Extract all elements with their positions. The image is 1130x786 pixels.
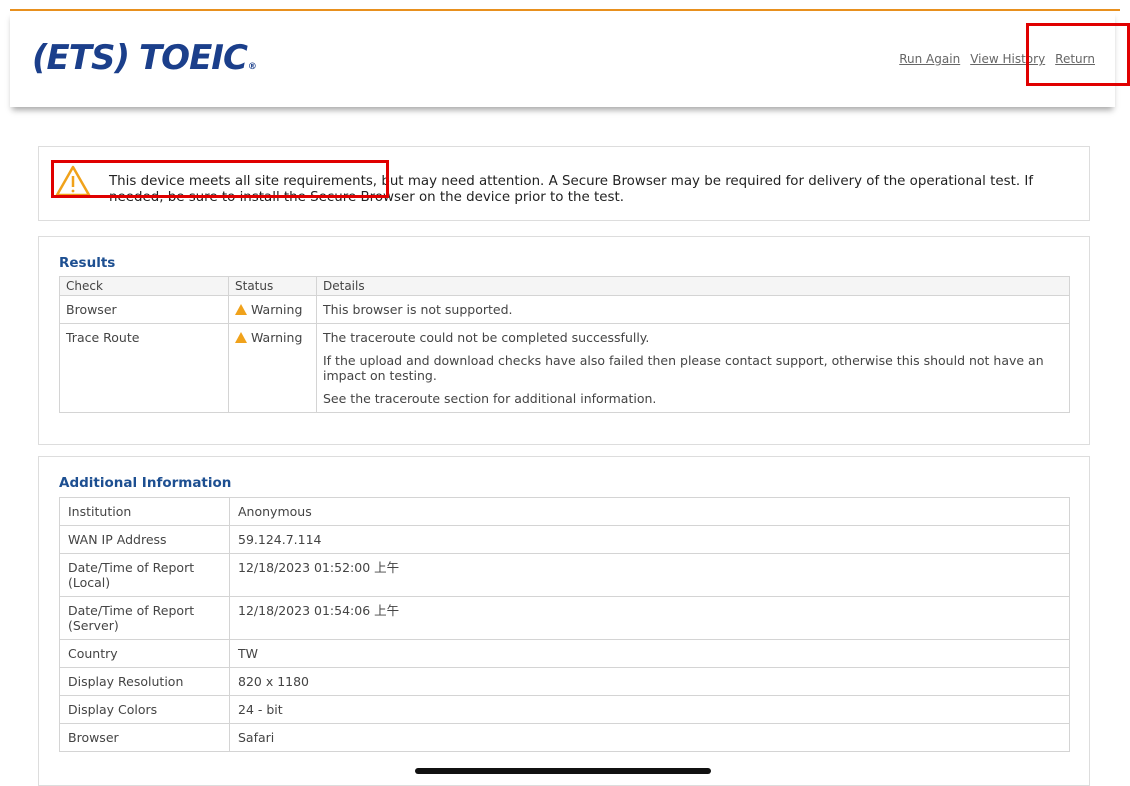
info-value: 12/18/2023 01:54:06 上午 xyxy=(229,596,1070,640)
table-row: Date/Time of Report (Local) 12/18/2023 01… xyxy=(59,553,1070,597)
info-label: WAN IP Address xyxy=(59,525,230,554)
additional-info-panel: Additional Information Institution Anonym… xyxy=(38,456,1090,786)
info-value: 820 x 1180 xyxy=(229,667,1070,696)
requirements-alert: This device meets all site requirements,… xyxy=(38,146,1090,221)
table-row: Display Resolution 820 x 1180 xyxy=(59,667,1070,696)
info-label: Country xyxy=(59,639,230,668)
table-row: Trace Route Warning The traceroute could… xyxy=(59,323,1070,413)
table-row: Browser Safari xyxy=(59,723,1070,752)
info-value: 12/18/2023 01:52:00 上午 xyxy=(229,553,1070,597)
column-header-status: Status xyxy=(228,276,317,296)
info-label: Display Colors xyxy=(59,695,230,724)
alert-message: This device meets all site requirements,… xyxy=(109,174,1034,205)
return-link[interactable]: Return xyxy=(1055,52,1095,66)
info-label: Display Resolution xyxy=(59,667,230,696)
detail-text: If the upload and download checks have a… xyxy=(323,353,1044,383)
run-again-link[interactable]: Run Again xyxy=(899,52,960,66)
info-label: Institution xyxy=(59,497,230,526)
table-row: Browser Warning This browser is not supp… xyxy=(59,295,1070,324)
home-indicator[interactable] xyxy=(415,768,711,774)
warning-triangle-icon xyxy=(55,165,91,197)
info-value: Safari xyxy=(229,723,1070,752)
table-row: Display Colors 24 - bit xyxy=(59,695,1070,724)
info-value: 24 - bit xyxy=(229,695,1070,724)
info-label: Browser xyxy=(59,723,230,752)
info-label: Date/Time of Report (Server) xyxy=(59,596,230,640)
ets-toeic-logo: (ETS) TOEIC ® xyxy=(32,34,257,82)
table-row: Date/Time of Report (Server) 12/18/2023 0… xyxy=(59,596,1070,640)
results-header-row: Check Status Details xyxy=(59,276,1070,296)
results-panel: Results Check Status Details Browser War… xyxy=(38,236,1090,445)
results-heading: Results xyxy=(59,255,116,271)
status-label: Warning xyxy=(251,302,303,317)
details-cell: This browser is not supported. xyxy=(316,295,1070,324)
check-cell: Browser xyxy=(59,295,229,324)
status-cell: Warning xyxy=(228,295,317,324)
info-value: TW xyxy=(229,639,1070,668)
logo-ets-text: (ETS) xyxy=(32,38,130,78)
warning-icon xyxy=(235,304,247,315)
column-header-check: Check xyxy=(59,276,229,296)
logo-toeic-text: TOEIC xyxy=(138,38,248,78)
detail-text: The traceroute could not be completed su… xyxy=(323,330,650,345)
table-row: Country TW xyxy=(59,639,1070,668)
view-history-link[interactable]: View History xyxy=(970,52,1045,66)
table-row: WAN IP Address 59.124.7.114 xyxy=(59,525,1070,554)
column-header-details: Details xyxy=(316,276,1070,296)
table-row: Institution Anonymous xyxy=(59,497,1070,526)
detail-text: See the traceroute section for additiona… xyxy=(323,391,657,406)
header-nav: Run Again View History Return xyxy=(899,52,1095,66)
detail-text: This browser is not supported. xyxy=(323,302,513,317)
check-cell: Trace Route xyxy=(59,323,229,413)
page-header: (ETS) TOEIC ® Run Again View History Ret… xyxy=(10,11,1115,107)
status-cell: Warning xyxy=(228,323,317,413)
details-cell: The traceroute could not be completed su… xyxy=(316,323,1070,413)
additional-info-heading: Additional Information xyxy=(59,475,232,491)
info-value: 59.124.7.114 xyxy=(229,525,1070,554)
status-label: Warning xyxy=(251,330,303,345)
info-label: Date/Time of Report (Local) xyxy=(59,553,230,597)
logo-registered-mark: ® xyxy=(247,62,257,72)
results-table: Check Status Details Browser Warning Thi… xyxy=(59,276,1070,413)
info-value: Anonymous xyxy=(229,497,1070,526)
additional-info-table: Institution Anonymous WAN IP Address 59.12… xyxy=(59,497,1070,752)
warning-icon xyxy=(235,332,247,343)
